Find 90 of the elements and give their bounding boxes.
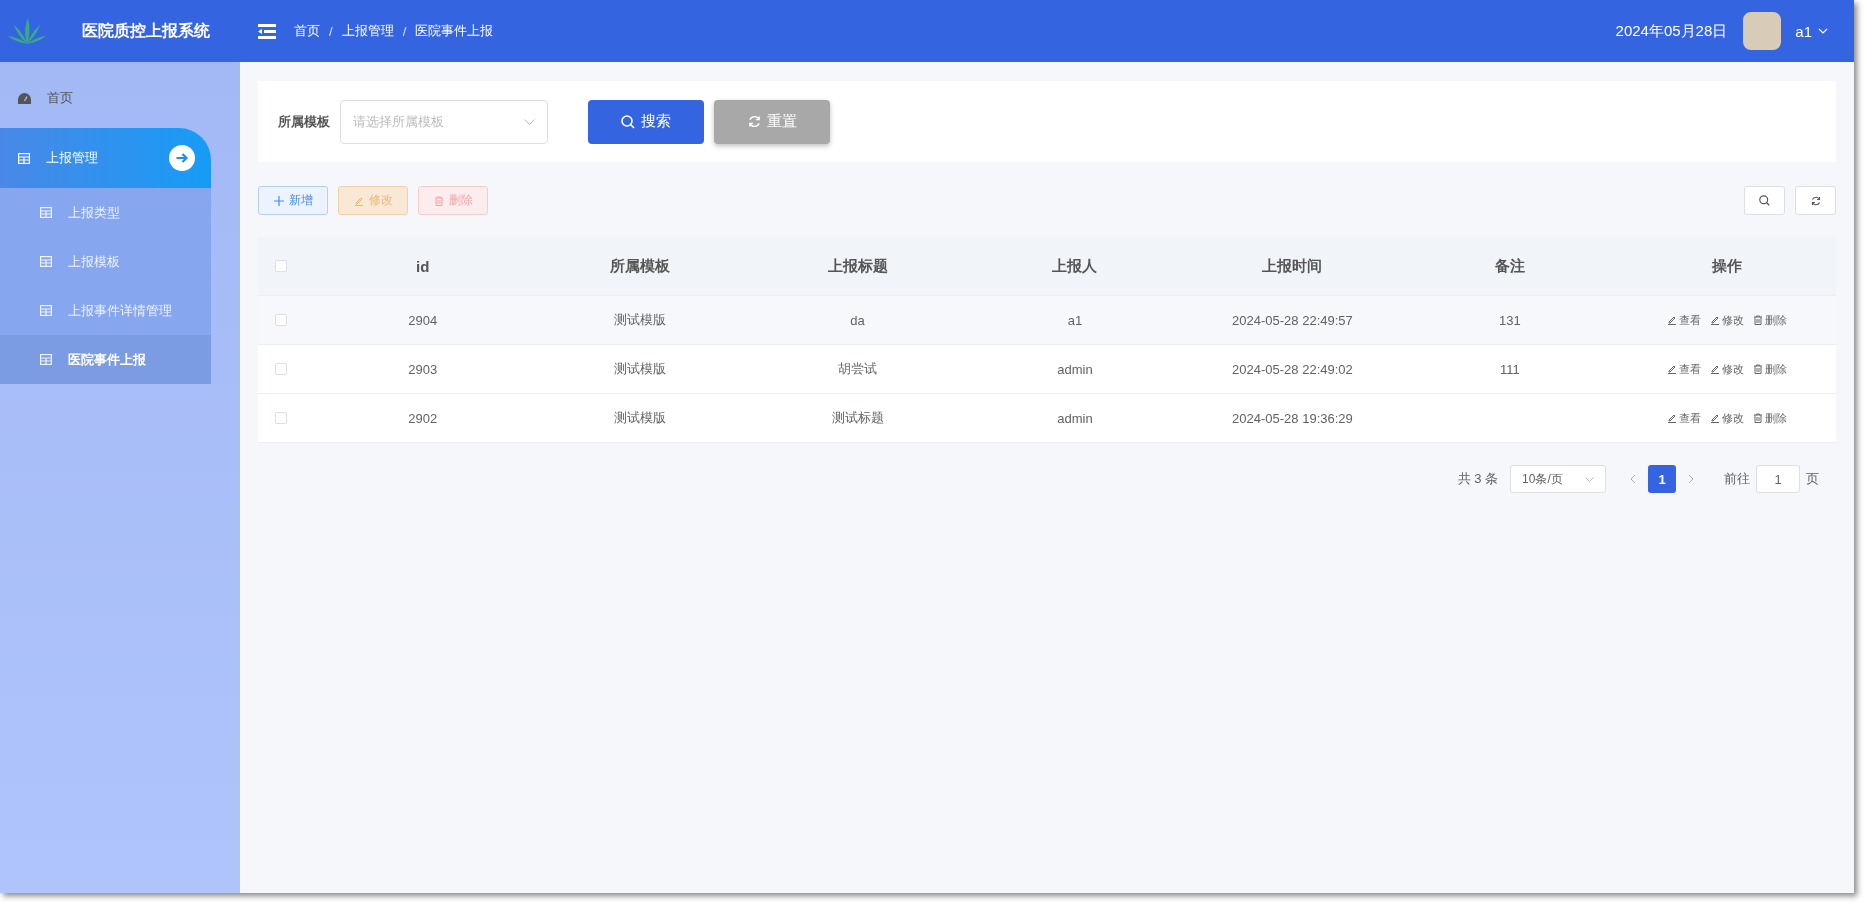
table-cell-text: a1: [1066, 312, 1084, 328]
checkbox[interactable]: [275, 412, 287, 424]
pencil-icon: [1667, 413, 1678, 423]
table-cell-text: da: [849, 312, 866, 328]
checkbox[interactable]: [275, 314, 287, 326]
chevron-down-icon[interactable]: [1818, 28, 1828, 34]
pencil-icon: [353, 195, 364, 206]
pencil-icon: [1667, 364, 1678, 374]
table-cell-text: 111: [1498, 361, 1521, 377]
pencil-icon: [1710, 315, 1721, 325]
column-header: 上报时间: [1261, 256, 1324, 276]
table-cell-text: 2902: [407, 410, 439, 426]
sidebar-group[interactable]: 上报管理: [0, 128, 211, 188]
grid-icon: [40, 207, 52, 218]
arrow-circle-icon: [169, 145, 195, 171]
breadcrumb-separator: /: [402, 23, 407, 39]
search-icon: [1759, 195, 1770, 206]
trash-icon: [433, 195, 444, 206]
grid-icon: [40, 256, 52, 267]
menu-fold-icon[interactable]: [258, 23, 276, 39]
column-header: 备注: [1493, 256, 1526, 276]
chevron-right-icon[interactable]: [1688, 474, 1694, 484]
row-action-link[interactable]: 查看: [1667, 410, 1702, 426]
row-action-link[interactable]: 修改: [1710, 410, 1745, 426]
column-header: 上报标题: [826, 256, 889, 276]
breadcrumb-separator: /: [329, 23, 333, 39]
table-cell-text: admin: [1056, 410, 1094, 426]
row-action-link[interactable]: 删除: [1753, 361, 1788, 377]
goto-label: 前往: [1724, 470, 1750, 488]
table-cell-text: 测试模版: [613, 409, 668, 427]
dashboard-icon: [18, 92, 31, 104]
row-action-link[interactable]: 删除: [1753, 410, 1788, 426]
avatar-photo-placeholder[interactable]: [1743, 12, 1782, 50]
grid-icon: [40, 354, 52, 365]
sidebar-item[interactable]: 首页: [0, 78, 211, 118]
pencil-icon: [1710, 364, 1721, 374]
table-cell-text: 测试模版: [613, 360, 668, 378]
refresh-icon: [747, 115, 761, 128]
breadcrumb-link[interactable]: 医院事件上报: [415, 22, 494, 40]
grid-icon: [18, 152, 30, 164]
chevron-left-icon[interactable]: [1630, 474, 1636, 484]
row-action-link[interactable]: 查看: [1667, 312, 1702, 328]
user-name[interactable]: a1: [1795, 22, 1812, 40]
row-action-link[interactable]: 修改: [1710, 312, 1745, 328]
trash-icon: [1753, 315, 1764, 325]
pencil-icon: [1710, 413, 1721, 423]
checkbox[interactable]: [275, 363, 287, 375]
row-action-link[interactable]: 查看: [1667, 361, 1702, 377]
page-number[interactable]: 1: [1648, 465, 1676, 493]
plant-logo-icon: [8, 17, 46, 45]
table-cell-text: 2024-05-28 22:49:57: [1231, 312, 1354, 328]
search-toggle-button[interactable]: [1744, 186, 1785, 215]
table-cell-text: 2903: [407, 361, 439, 377]
table-cell-text: 测试模版: [613, 311, 668, 329]
table-cell-text: 测试标题: [830, 409, 885, 427]
add-button[interactable]: 新增: [258, 186, 328, 215]
breadcrumb-link[interactable]: 上报管理: [341, 22, 394, 40]
refresh-button[interactable]: [1795, 186, 1836, 215]
date-text: 2024年05月28日: [1615, 21, 1728, 41]
trash-icon: [1753, 413, 1764, 423]
column-header: id: [415, 257, 431, 275]
chevron-down-icon: [1584, 476, 1594, 482]
column-header: 所属模板: [609, 256, 672, 276]
checkbox[interactable]: [275, 260, 287, 272]
row-action-link[interactable]: 修改: [1710, 361, 1745, 377]
table-cell-text: 131: [1498, 312, 1522, 328]
app-title: 医院质控上报系统: [82, 20, 210, 41]
table-cell-text: 2024-05-28 22:49:02: [1231, 361, 1354, 377]
column-header: 操作: [1711, 256, 1744, 276]
refresh-icon: [1810, 195, 1821, 206]
column-header: 上报人: [1051, 256, 1099, 276]
trash-icon: [1753, 364, 1764, 374]
chevron-down-icon: [524, 118, 535, 125]
total-count: 共 3 条: [1457, 470, 1498, 488]
plus-icon: [273, 195, 284, 206]
page-input[interactable]: 1: [1756, 465, 1800, 493]
row-action-link[interactable]: 删除: [1753, 312, 1788, 328]
breadcrumb-link[interactable]: 首页: [294, 22, 320, 40]
page-suffix: 页: [1806, 470, 1819, 488]
sidebar-subitem[interactable]: 医院事件上报: [0, 335, 211, 384]
search-button[interactable]: 搜索: [588, 99, 704, 144]
filter-label: 所属模板: [278, 112, 330, 131]
table-cell-text: admin: [1056, 361, 1094, 377]
table-cell-text: 胡尝试: [837, 360, 879, 378]
search-icon: [621, 114, 635, 129]
pencil-icon: [1667, 315, 1678, 325]
table-cell-text: 2024-05-28 19:36:29: [1231, 410, 1354, 426]
grid-icon: [40, 305, 52, 316]
table-cell-text: 2904: [407, 312, 439, 328]
page-size-select[interactable]: 10条/页: [1510, 465, 1606, 493]
